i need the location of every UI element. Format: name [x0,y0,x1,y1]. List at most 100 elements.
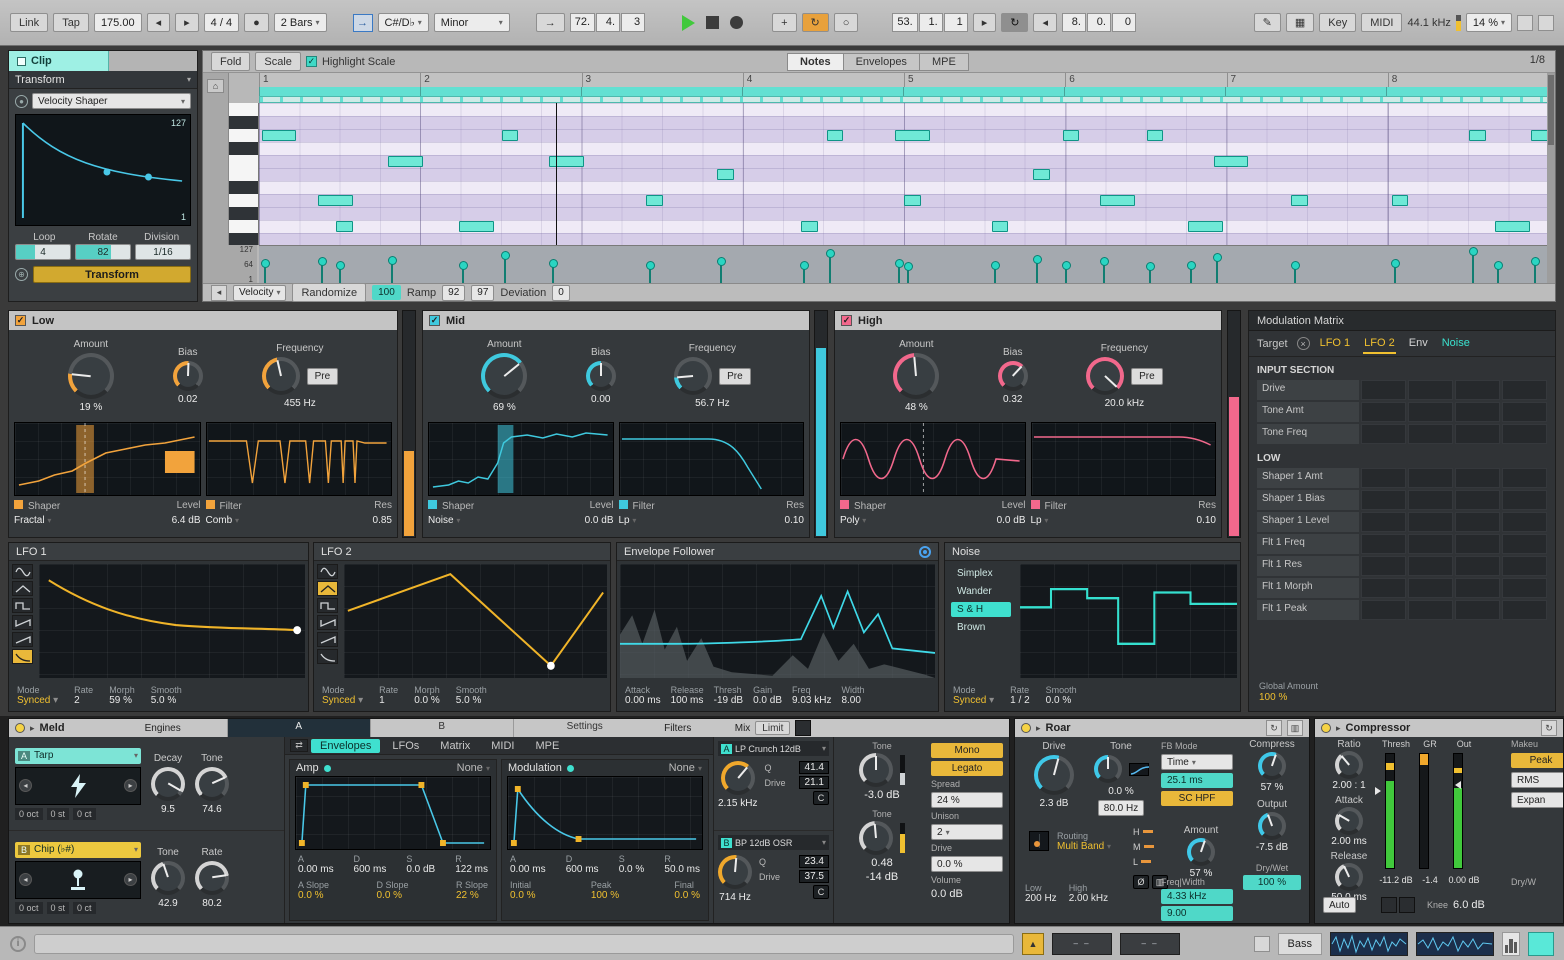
param-value[interactable]: 0.0 % [619,864,645,876]
metronome-button[interactable]: ● [244,13,269,32]
tab-mpe[interactable]: MPE [919,53,969,71]
square-wave-icon[interactable] [317,598,338,613]
param-value[interactable]: Synced [17,695,58,707]
grid-zoom-value[interactable]: 1/8 [1530,54,1545,66]
q-value[interactable]: 41.4 [799,761,829,774]
decay-knob[interactable] [151,767,185,801]
activity-view-icon[interactable] [1381,897,1397,913]
velocity-marker[interactable] [907,266,909,284]
midi-note[interactable] [827,130,844,141]
roar-drive-knob[interactable] [1034,755,1074,795]
velocity-marker[interactable] [1394,263,1396,284]
midi-note[interactable] [992,221,1009,232]
tune-value[interactable]: 0 oct [15,808,43,820]
saw-down-icon[interactable] [12,615,33,630]
tone1-knob[interactable] [859,753,893,787]
q-value[interactable]: 23.4 [799,855,829,868]
info-icon[interactable]: i [10,936,26,952]
meter-value[interactable]: -1.4 [1413,875,1447,885]
bias-knob[interactable] [173,361,203,391]
filter-b-freq-knob[interactable] [718,855,752,889]
routing-pad-icon[interactable] [1029,831,1049,851]
param-value[interactable]: 0.0 % [674,890,700,902]
scale-follow-icon[interactable]: → [353,14,373,32]
lane-select[interactable]: Velocity▾ [233,285,286,301]
square-wave-icon[interactable] [12,598,33,613]
rms-mode-button[interactable]: RMS [1511,772,1564,788]
nudge-up-button[interactable]: ▸ [175,13,199,32]
auto-release-button[interactable]: Auto [1323,897,1356,913]
randomize-button[interactable]: Randomize [292,283,366,302]
matrix-cell[interactable] [1408,424,1453,444]
randomize-amount[interactable]: 100 [372,285,401,300]
meld-subtab[interactable]: Envelopes [311,739,380,753]
attack-knob[interactable] [1335,807,1363,835]
clear-target-icon[interactable]: × [1297,337,1310,350]
link-button[interactable]: Link [10,13,48,32]
midi-note[interactable] [336,221,353,232]
fold-device-icon[interactable]: ▸ [1036,723,1041,734]
velocity-marker[interactable] [898,263,900,284]
bias-knob[interactable] [586,361,616,391]
noise-type-option[interactable]: Wander [951,584,1011,599]
loop-length[interactable]: 8.0.0 [1062,13,1136,32]
loop-start-position[interactable]: 53.1.1 [892,13,967,32]
meter-value[interactable]: 0.00 dB [1447,875,1481,885]
midi-note[interactable] [318,195,353,206]
width-value[interactable]: 9.00 [1161,906,1233,921]
matrix-cell[interactable] [1455,600,1500,620]
matrix-cell[interactable] [1361,600,1406,620]
loop-brace[interactable] [259,87,1549,96]
lfo2-display[interactable] [344,564,607,678]
shaper-type-select[interactable]: Fractal ▾ [14,515,51,526]
filter-enable-square[interactable] [206,500,215,509]
midi-note[interactable] [1214,156,1249,167]
velocity-marker[interactable] [994,265,996,285]
transform-apply-button[interactable]: Transform [33,266,191,283]
midi-note[interactable] [717,169,734,180]
matrix-cell[interactable] [1408,490,1453,510]
fold-button[interactable]: Fold [211,52,250,71]
transform-section-header[interactable]: Transform ▾ [9,71,197,89]
meld-subtab[interactable]: Matrix [431,739,479,753]
prev-engine-button[interactable]: ◂ [19,779,32,792]
param-value[interactable]: 600 ms [566,864,599,876]
noise-display[interactable] [1020,564,1237,678]
fold-device-icon[interactable]: ▸ [1336,723,1341,734]
filter-b-c-button[interactable]: C [813,885,829,899]
filter-display[interactable] [206,422,393,496]
matrix-cell[interactable] [1502,468,1547,488]
param-value[interactable]: 0.0 dB [406,864,435,876]
global-amount-value[interactable]: 100 % [1259,692,1318,704]
filter-type-select[interactable]: Lp ▾ [1031,515,1049,526]
tab-envelopes[interactable]: Envelopes [843,53,920,71]
legato-button[interactable]: Legato [931,761,1003,776]
grid-button[interactable]: ▦ [1286,13,1314,32]
midi-note[interactable] [1147,130,1164,141]
param-value[interactable]: 0.00 ms [625,695,661,707]
routing-select[interactable]: Multi Band ▾ [1057,841,1111,853]
rotate-value[interactable]: 82 [75,244,131,260]
matrix-cell[interactable] [1502,556,1547,576]
meld-subtab[interactable]: MIDI [482,739,523,753]
matrix-source-tab[interactable]: Noise [1441,334,1471,354]
shaper-display[interactable] [14,422,201,496]
velocity-marker[interactable] [264,263,266,284]
tab-notes[interactable]: Notes [787,53,844,71]
loop-start-segment[interactable]: 53. [892,13,917,32]
meld-subtab[interactable]: MPE [526,739,568,753]
tone2-knob[interactable] [859,821,893,855]
matrix-cell[interactable] [1455,534,1500,554]
release-knob[interactable] [1335,863,1363,891]
position-segment[interactable]: 4. [596,13,620,32]
tone-freq-value[interactable]: 80.0 Hz [1098,800,1144,816]
amp-envelope-display[interactable] [295,776,491,850]
filter-a-c-button[interactable]: C [813,791,829,805]
division-value[interactable]: 1/16 [135,244,191,260]
drive-value[interactable]: 21.1 [799,776,829,789]
matrix-cell[interactable] [1361,578,1406,598]
shaper-type-select[interactable]: Noise ▾ [428,515,460,526]
meld-tab[interactable]: A [227,719,370,737]
meld-tab[interactable]: Settings [513,719,656,737]
midi-note[interactable] [459,221,494,232]
